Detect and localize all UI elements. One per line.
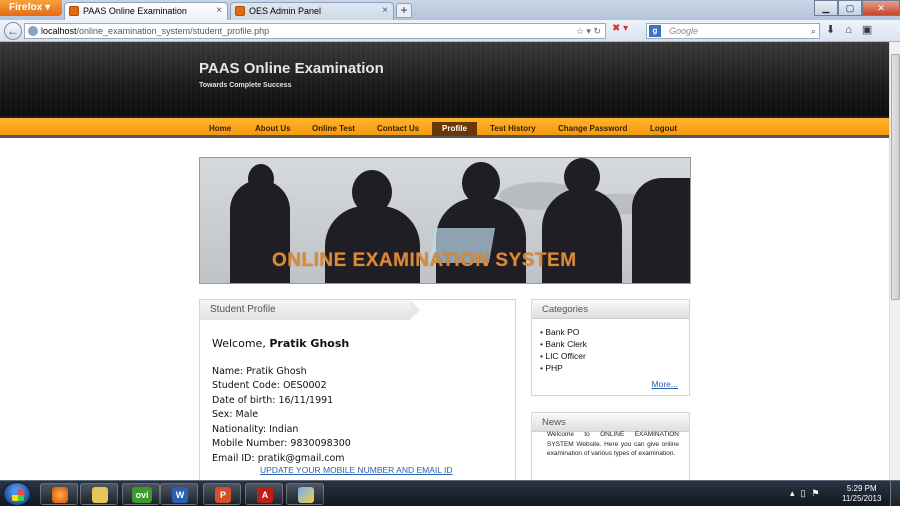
close-window-icon[interactable]: ✕: [862, 0, 900, 16]
firefox-menu-label: Firefox: [9, 2, 43, 13]
window-controls: ▁ ▢ ✕: [814, 0, 900, 16]
category-item[interactable]: Bank Clerk: [540, 338, 689, 350]
person-silhouette-icon: [632, 178, 690, 283]
taskbar-explorer[interactable]: [80, 483, 118, 505]
detail-mobile-number: Mobile Number: 9830098300: [212, 438, 351, 449]
update-contact-link[interactable]: UPDATE YOUR MOBILE NUMBER AND EMAIL ID: [260, 465, 453, 475]
globe-icon: [28, 26, 38, 36]
category-item[interactable]: Bank PO: [540, 326, 689, 338]
detail-email-id: Email ID: pratik@gmail.com: [212, 453, 345, 464]
categories-list: Bank PO Bank Clerk LIC Officer PHP: [532, 319, 689, 374]
minimize-icon[interactable]: ▁: [814, 0, 838, 16]
show-desktop-button[interactable]: [890, 481, 900, 506]
menu-item-contact-us[interactable]: Contact Us: [373, 122, 423, 136]
url-host: localhost: [41, 26, 77, 36]
person-silhouette-icon: [325, 206, 420, 283]
ovi-icon: ovi: [132, 487, 152, 503]
banner-text: ONLINE EXAMINATION SYSTEM: [272, 250, 577, 271]
tab-paas-online-examination[interactable]: PAAS Online Examination ×: [64, 2, 228, 20]
taskbar-powerpoint[interactable]: P: [203, 483, 241, 505]
toolbar-icons[interactable]: ⬇⌂▣: [826, 23, 882, 36]
person-silhouette-icon: [462, 162, 500, 204]
url-path: /online_examination_system/student_profi…: [76, 26, 270, 36]
taskbar-word[interactable]: W: [160, 483, 198, 505]
word-icon: W: [172, 487, 188, 503]
acrobat-icon: A: [257, 487, 273, 503]
folder-icon: [92, 487, 108, 503]
browser-tab-bar: Firefox ▾ PAAS Online Examination × OES …: [0, 0, 900, 20]
detail-nationality: Nationality: Indian: [212, 424, 299, 435]
tab-title: OES Admin Panel: [249, 6, 322, 16]
detail-name: Name: Pratik Ghosh: [212, 366, 307, 377]
site-title: PAAS Online Examination: [199, 60, 384, 77]
search-icon[interactable]: ⌕: [811, 24, 816, 38]
paint-icon: [298, 487, 314, 503]
categories-heading: Categories: [532, 300, 689, 319]
site-favicon-icon: [235, 6, 245, 16]
browser-navigation-bar: ← localhost/online_examination_system/st…: [0, 20, 900, 42]
menu-item-change-password[interactable]: Change Password: [554, 122, 631, 136]
welcome-prefix: Welcome,: [212, 337, 266, 350]
site-favicon-icon: [69, 6, 79, 16]
tab-close-icon[interactable]: ×: [216, 3, 222, 19]
bookmark-star-icon[interactable]: ☆ ▾ ↻: [576, 24, 601, 38]
news-ticker-text: Welcome to ONLINE EXAMINATION SYSTEM Web…: [547, 431, 679, 457]
person-silhouette-icon: [248, 164, 274, 194]
category-item[interactable]: PHP: [540, 362, 689, 374]
student-profile-heading: Student Profile: [200, 300, 420, 320]
clock-time: 5:29 PM: [846, 484, 877, 493]
menu-item-about-us[interactable]: About Us: [251, 122, 295, 136]
taskbar-firefox[interactable]: [40, 483, 78, 505]
student-profile-panel: Student Profile Welcome, Pratik Ghosh Na…: [199, 299, 516, 480]
scrollbar-thumb[interactable]: [891, 54, 900, 300]
site-tagline: Towards Complete Success: [199, 82, 292, 89]
system-tray-icons[interactable]: ▴▯⚑: [790, 488, 826, 499]
menu-item-logout[interactable]: Logout: [646, 122, 681, 136]
welcome-message: Welcome, Pratik Ghosh: [212, 337, 349, 350]
search-box[interactable]: g Google ⌕: [646, 23, 820, 39]
google-search-engine-icon[interactable]: g: [649, 25, 661, 37]
start-button[interactable]: [3, 482, 31, 506]
category-item[interactable]: LIC Officer: [540, 350, 689, 362]
tab-oes-admin-panel[interactable]: OES Admin Panel ×: [230, 2, 394, 20]
categories-panel: Categories Bank PO Bank Clerk LIC Office…: [531, 299, 690, 396]
windows-logo-icon: [12, 489, 24, 501]
person-silhouette-icon: [352, 170, 392, 214]
detail-date-of-birth: Date of birth: 16/11/1991: [212, 395, 334, 406]
taskbar-paint[interactable]: [286, 483, 324, 505]
news-panel: News Welcome to ONLINE EXAMINATION SYSTE…: [531, 412, 690, 480]
detail-student-code: Student Code: OES0002: [212, 380, 327, 391]
powerpoint-icon: P: [215, 487, 231, 503]
menu-item-home[interactable]: Home: [205, 122, 235, 136]
detail-sex: Sex: Male: [212, 409, 259, 420]
site-header: PAAS Online Examination Towards Complete…: [0, 42, 889, 116]
search-placeholder: Google: [669, 26, 699, 36]
clock-date: 11/25/2013: [842, 494, 882, 503]
maximize-icon[interactable]: ▢: [838, 0, 862, 16]
main-menu: Home About Us Online Test Contact Us Pro…: [0, 116, 889, 138]
addon-icon[interactable]: ✖ ▾: [612, 23, 628, 34]
banner-image: ONLINE EXAMINATION SYSTEM: [199, 157, 691, 284]
taskbar-ovi[interactable]: ovi: [122, 483, 160, 505]
address-bar[interactable]: localhost/online_examination_system/stud…: [24, 23, 606, 39]
tab-close-icon[interactable]: ×: [382, 3, 388, 19]
taskbar-acrobat[interactable]: A: [245, 483, 283, 505]
page-scrollbar[interactable]: [889, 42, 900, 480]
menu-item-test-history[interactable]: Test History: [486, 122, 540, 136]
taskbar-clock[interactable]: 5:29 PM 11/25/2013: [842, 484, 881, 504]
person-silhouette-icon: [564, 158, 600, 196]
more-categories-link[interactable]: More...: [652, 379, 678, 389]
new-tab-button[interactable]: +: [396, 3, 412, 18]
firefox-menu-button[interactable]: Firefox ▾: [0, 0, 62, 16]
page-viewport: PAAS Online Examination Towards Complete…: [0, 42, 889, 480]
student-name: Pratik Ghosh: [269, 337, 350, 350]
menu-item-profile[interactable]: Profile: [432, 122, 477, 136]
back-button[interactable]: ←: [4, 22, 22, 40]
firefox-icon: [52, 487, 68, 503]
menu-item-online-test[interactable]: Online Test: [308, 122, 359, 136]
windows-taskbar: ovi W P A ▴▯⚑ 5:29 PM 11/25/2013: [0, 480, 900, 506]
tab-title: PAAS Online Examination: [83, 6, 187, 16]
